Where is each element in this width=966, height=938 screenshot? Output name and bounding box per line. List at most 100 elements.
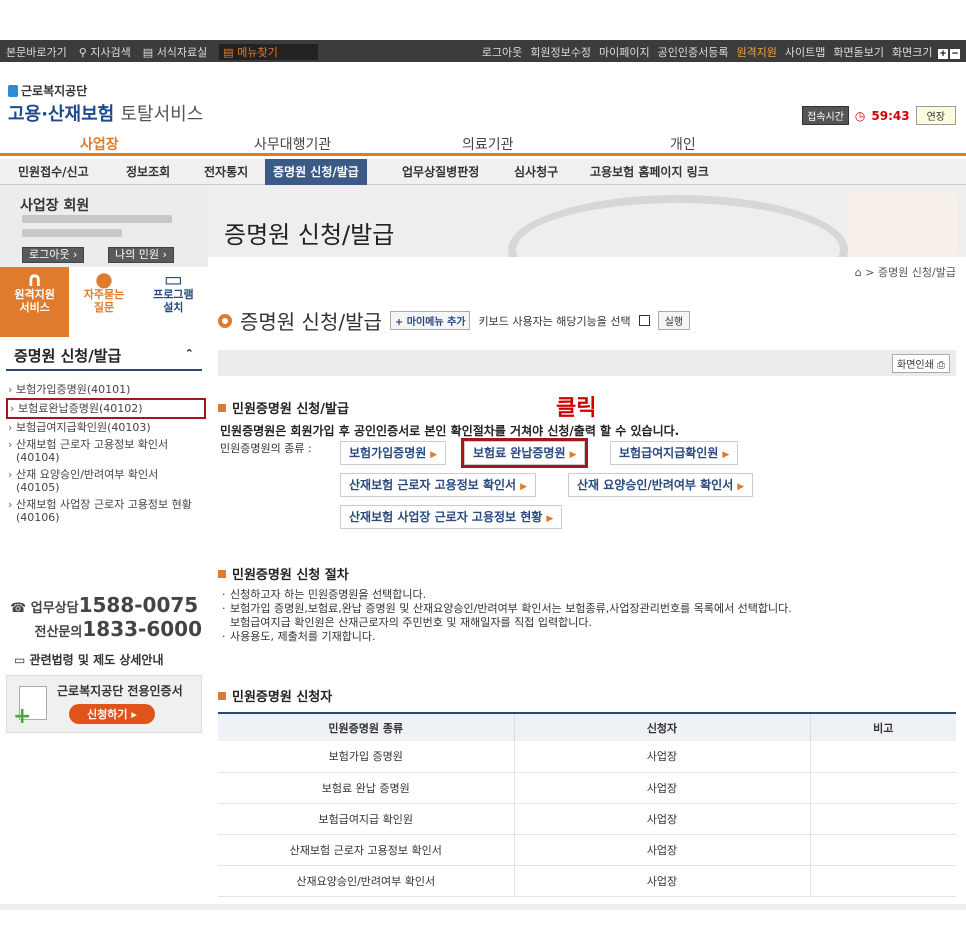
submenu-employment-link[interactable]: 고용보험 홈페이지 링크 xyxy=(582,159,717,185)
bottom-scroll-edge xyxy=(0,904,966,910)
col-header-kind: 민원증명원 종류 xyxy=(218,712,514,741)
top-utility-bar: 본문바로가기 ⚲ 지사검색 ▤ 서식자료실 ▤ 메뉴찾기 로그아웃 회원정보수정… xyxy=(0,40,966,62)
phone-icon: ☎ xyxy=(10,601,27,616)
site-header: 근로복지공단 고용·산재보험 토탈서비스 접속시간 ◷ 59:43 연장 xyxy=(0,62,966,130)
print-button[interactable]: 화면인쇄 ⎙ xyxy=(892,354,950,373)
cert-insurance-join-button[interactable]: 보험가입증명원 ▶ xyxy=(340,441,447,465)
procedure-step-continued: 보험급여지급 확인원은 산재근로자의 주민번호 및 재해일자를 직접 입력합니다… xyxy=(230,616,592,629)
section-applicant: 민원증명원 신청자 xyxy=(218,686,332,705)
org-logo[interactable]: 근로복지공단 xyxy=(8,82,87,99)
tab-workplace[interactable]: 사업장 xyxy=(80,134,119,154)
redacted-member-name xyxy=(22,215,172,223)
procedure-step: 신청하고자 하는 민원증명원을 선택합니다. xyxy=(220,588,792,602)
tab-medical[interactable]: 의료기관 xyxy=(462,134,514,154)
sidebar-item-insurance-join[interactable]: 보험가입증명원(40101) xyxy=(6,381,206,398)
member-box: 사업장 회원 로그아웃 › 나의 민원 › xyxy=(0,185,208,267)
search-icon: ⚲ xyxy=(78,46,87,59)
breadcrumb: ⌂ > 증명원 신청/발급 xyxy=(854,266,956,279)
sidebar-item-premium-paid[interactable]: 보험료완납증명원(40102) xyxy=(6,398,206,419)
contact-numbers: ☎ 업무상담1588-0075 전산문의1833-6000 xyxy=(10,593,202,641)
table-row: 산재보험 근로자 고용정보 확인서 사업장 xyxy=(218,834,956,866)
table-row: 산재요양승인/반려여부 확인서 사업장 xyxy=(218,865,956,897)
remote-support-link[interactable]: 원격지원 xyxy=(736,44,776,60)
submenu-certificates[interactable]: 증명원 신청/발급 xyxy=(265,159,367,185)
arrow-right-icon: ▶ xyxy=(520,482,528,492)
chat-bubble-icon: ● xyxy=(95,267,113,291)
sidebar-logout-button[interactable]: 로그아웃 › xyxy=(22,247,85,263)
plus-icon: + xyxy=(13,704,32,729)
submenu-info-lookup[interactable]: 정보조회 xyxy=(118,159,178,185)
printer-icon: ⎙ xyxy=(937,360,945,371)
home-icon[interactable]: ⌂ xyxy=(855,266,862,279)
sitemap-link[interactable]: 사이트맵 xyxy=(785,44,825,60)
program-install-quick[interactable]: ▭ 프로그램 설치 xyxy=(139,267,208,337)
service-logo[interactable]: 고용·산재보험 토탈서비스 xyxy=(8,100,203,126)
cert-worker-employment-button[interactable]: 산재보험 근로자 고용정보 확인서 ▶ xyxy=(340,473,537,497)
arrow-right-icon: ▶ xyxy=(722,450,730,460)
branch-search-link[interactable]: ⚲ 지사검색 xyxy=(79,44,131,60)
arrow-right-icon: ▶ xyxy=(737,482,745,492)
cert-care-approval-button[interactable]: 산재 요양승인/반려여부 확인서 ▶ xyxy=(568,473,754,497)
sidebar-item-worker-employment[interactable]: 산재보험 근로자 고용정보 확인서 (40104) xyxy=(6,436,206,466)
page-banner: 증명원 신청/발급 xyxy=(208,185,966,257)
document-icon: ▤ xyxy=(142,46,154,59)
zoom-out-icon[interactable]: − xyxy=(950,49,960,59)
add-my-menu-button[interactable]: + 마이메뉴 추가 xyxy=(389,311,471,330)
click-annotation: 클릭 xyxy=(556,396,597,421)
sidebar-item-benefit-confirm[interactable]: 보험급여지급확인원(40103) xyxy=(6,419,206,436)
collapse-caret-icon[interactable]: ⌃ xyxy=(185,347,194,360)
section-bullet-icon xyxy=(218,403,226,412)
section-apply-issue: 민원증명원 신청/발급 xyxy=(218,398,349,417)
remote-support-quick[interactable]: ∩ 원격지원 서비스 xyxy=(0,267,70,337)
table-row: 보험료 완납 증명원 사업장 xyxy=(218,772,956,804)
arrow-right-icon: ▶ xyxy=(569,450,577,460)
table-row: 보험급여지급 확인원 사업장 xyxy=(218,803,956,835)
tab-agency[interactable]: 사무대행기관 xyxy=(254,134,331,154)
table-row: 보험가입 증명원 사업장 xyxy=(218,741,956,773)
cert-workplace-employment-button[interactable]: 산재보험 사업장 근로자 고용정보 현황 ▶ xyxy=(340,505,563,529)
banner-city-illustration xyxy=(848,193,958,257)
apply-description: 민원증명원은 회원가입 후 공인인증서로 본인 확인절차를 거쳐야 신청/출력 … xyxy=(220,424,680,438)
cert-register-link[interactable]: 공인인증서등록 xyxy=(658,44,729,60)
tab-individual[interactable]: 개인 xyxy=(670,134,696,154)
page-title-row: 증명원 신청/발급 + 마이메뉴 추가 키보드 사용자는 해당기능을 선택 실행 xyxy=(218,306,691,335)
sidebar-cert-list: 보험가입증명원(40101) 보험료완납증명원(40102) 보험급여지급확인원… xyxy=(6,381,206,526)
edit-profile-link[interactable]: 회원정보수정 xyxy=(530,44,591,60)
title-bullet-icon xyxy=(218,313,232,328)
forms-library-link[interactable]: ▤ 서식자료실 xyxy=(143,44,208,60)
session-timer: 접속시간 ◷ 59:43 연장 xyxy=(802,106,956,125)
zoom-in-icon[interactable]: + xyxy=(938,49,948,59)
submenu-appeal[interactable]: 심사청구 xyxy=(506,159,566,185)
law-info-link[interactable]: ▭ 관련법령 및 제도 상세안내 xyxy=(14,651,164,668)
sidebar-item-workplace-employment[interactable]: 산재보험 사업장 근로자 고용정보 현황(40106) xyxy=(6,496,206,526)
my-civil-button[interactable]: 나의 민원 › xyxy=(108,247,174,263)
submenu-e-notice[interactable]: 전자통지 xyxy=(196,159,256,185)
section-bullet-icon xyxy=(218,691,226,700)
page-title: 증명원 신청/발급 xyxy=(240,310,382,334)
sub-menu: 민원접수/신고 정보조회 전자통지 증명원 신청/발급 업무상질병판정 심사청구… xyxy=(0,159,966,185)
keyboard-mode-checkbox[interactable] xyxy=(638,315,650,326)
cert-apply-button[interactable]: 신청하기 ▸ xyxy=(69,704,155,724)
sidebar-section-title[interactable]: 증명원 신청/발급 ⌃ xyxy=(6,345,202,371)
clock-icon: ◷ xyxy=(854,108,866,123)
cert-premium-paid-button[interactable]: 보험료 완납증명원 ▶ xyxy=(460,438,589,468)
mypage-link[interactable]: 마이페이지 xyxy=(599,44,650,60)
font-size-control: 화면크기 + − xyxy=(892,46,960,59)
submenu-disease-judgment[interactable]: 업무상질병판정 xyxy=(394,159,487,185)
extend-session-button[interactable]: 연장 xyxy=(915,106,956,125)
logout-link[interactable]: 로그아웃 xyxy=(482,44,522,60)
procedure-steps: 신청하고자 하는 민원증명원을 선택합니다. 보험가입 증명원,보험료,완납 증… xyxy=(220,588,792,644)
cert-kinds-label: 민원증명원의 종류 : xyxy=(220,442,312,455)
magnifier-link[interactable]: 화면돋보기 xyxy=(833,44,884,60)
sidebar-item-care-approval[interactable]: 산재 요양승인/반려여부 확인서 (40105) xyxy=(6,466,206,496)
faq-quick[interactable]: ● 자주묻는 질문 xyxy=(69,267,138,337)
skip-to-content-link[interactable]: 본문바로가기 xyxy=(6,44,67,60)
col-header-note: 비고 xyxy=(809,712,956,741)
session-time: 59:43 xyxy=(871,108,910,123)
menu-finder-link[interactable]: ▤ 메뉴찾기 xyxy=(219,44,318,60)
submenu-civil-filing[interactable]: 민원접수/신고 xyxy=(10,159,97,185)
run-button[interactable]: 실행 xyxy=(657,311,691,330)
main-tabs: 사업장 사무대행기관 의료기관 개인 xyxy=(0,130,966,156)
cert-benefit-confirm-button[interactable]: 보험급여지급확인원 ▶ xyxy=(610,441,739,465)
banner-illustration xyxy=(508,195,848,257)
